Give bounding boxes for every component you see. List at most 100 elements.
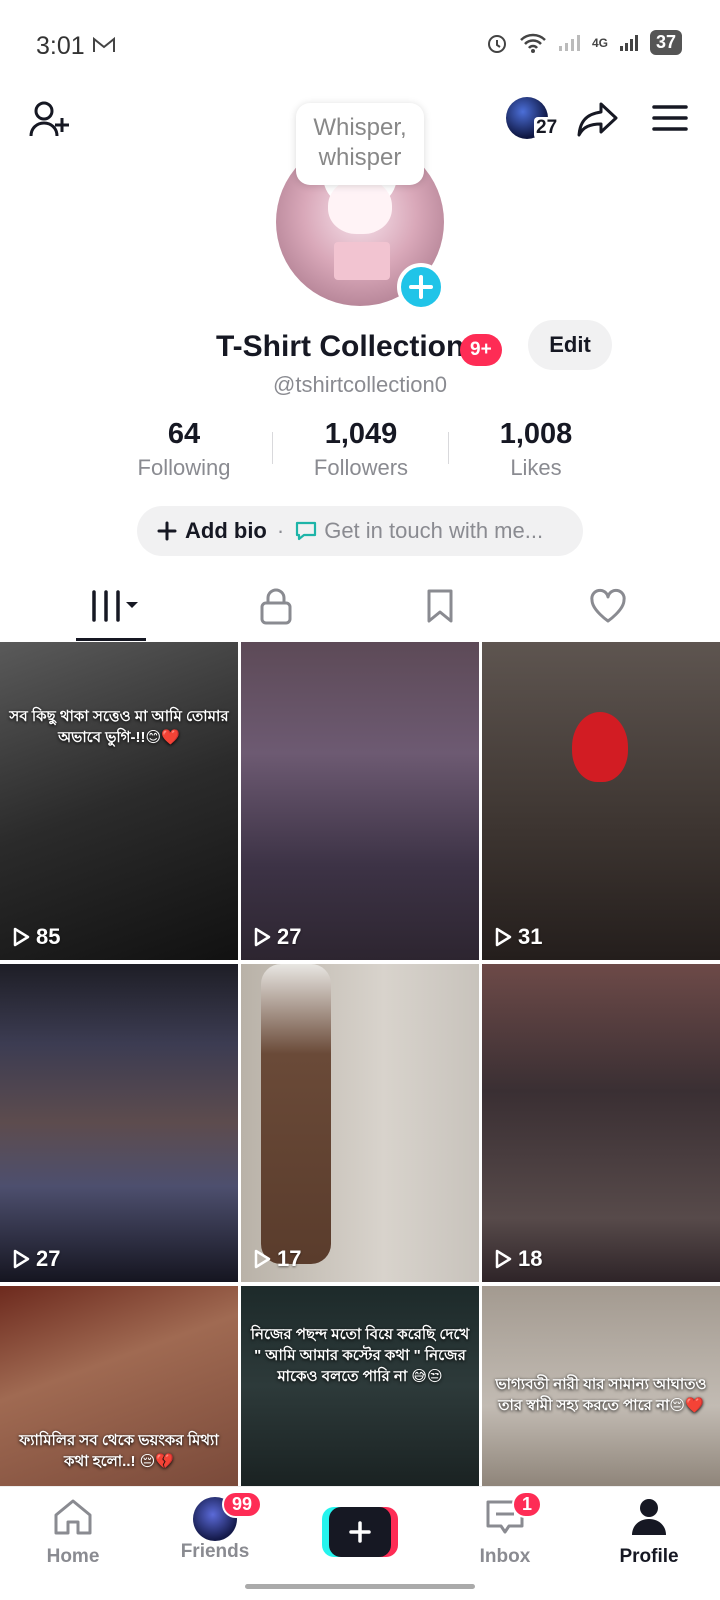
play-count-value: 27 <box>277 924 302 949</box>
share-icon[interactable] <box>576 96 620 140</box>
status-bar: 3:01 4G 37 <box>0 0 720 92</box>
arm-shape <box>261 964 331 1264</box>
profile-name: T-Shirt Collection <box>216 330 465 363</box>
nav-inbox-label: Inbox <box>479 1546 531 1567</box>
stat-value: 64 <box>167 418 201 450</box>
friends-badge: 99 <box>222 1491 263 1518</box>
notification-badge: 9+ <box>460 334 502 366</box>
friends-count: 27 <box>534 117 560 139</box>
edit-profile-button[interactable]: Edit <box>528 320 612 370</box>
status-time: 3:01 <box>36 32 85 60</box>
tab-liked[interactable] <box>578 584 638 628</box>
contact-label[interactable]: Get in touch with me... <box>324 518 543 544</box>
home-indicator[interactable] <box>245 1584 475 1589</box>
tab-saved[interactable] <box>410 584 470 628</box>
stat-divider <box>272 432 273 464</box>
separator-dot: · <box>276 518 285 543</box>
play-count-value: 85 <box>36 924 61 949</box>
video-caption: ভাগ্যবতী নারী যার সামান্য আঘাতও তার স্বা… <box>495 1376 707 1414</box>
video-caption: ফ্যামিলির সব থেকে ভয়ংকর মিথ্যা কথা হলো.… <box>19 1432 219 1470</box>
whisper-bubble[interactable]: Whisper, whisper <box>296 103 424 185</box>
play-icon <box>495 1249 512 1269</box>
nav-friends[interactable]: Friends 99 <box>160 1491 270 1563</box>
signal-icon <box>619 34 638 51</box>
lock-icon <box>260 588 292 625</box>
video-thumbnail[interactable]: 18 <box>482 964 720 1282</box>
bottom-nav: Home Friends 99 Inbox 1 Profile <box>0 1486 720 1600</box>
play-icon <box>254 1249 271 1269</box>
stat-following[interactable]: 64 Following <box>124 418 244 481</box>
play-count: 17 <box>253 1246 301 1272</box>
message-icon <box>296 521 317 541</box>
network-label: 4G <box>591 35 608 50</box>
plus-icon <box>409 275 433 299</box>
videos-grid-icon <box>92 590 138 622</box>
stat-label: Following <box>137 455 231 480</box>
add-bio-label[interactable]: Add bio <box>185 518 267 544</box>
inbox-badge: 1 <box>512 1491 543 1518</box>
add-friend-icon[interactable] <box>28 98 72 142</box>
stat-followers[interactable]: 1,049 Followers <box>296 418 426 481</box>
play-icon <box>13 1249 30 1269</box>
wifi-icon <box>520 33 546 53</box>
video-thumbnail[interactable]: 27 <box>241 642 479 960</box>
stat-value: 1,049 <box>324 418 398 450</box>
avatar-console <box>334 242 390 280</box>
plus-icon <box>349 1521 371 1543</box>
video-thumbnail[interactable]: ফ্যামিলির সব থেকে ভয়ংকর মিথ্যা কথা হলো.… <box>0 1286 238 1486</box>
battery-indicator: 37 <box>649 30 682 55</box>
name-row: T-Shirt Collection 9+ Edit <box>0 320 720 374</box>
play-count: 85 <box>12 924 60 950</box>
spider-mask <box>572 712 628 782</box>
video-thumbnail[interactable]: নিজের পছন্দ মতো বিয়ে করেছি দেখে " আমি আ… <box>241 1286 479 1486</box>
stat-divider <box>448 432 449 464</box>
video-caption: সব কিছু থাকা সত্তেও মা আমি তোমার অভাবে ভ… <box>9 708 229 746</box>
stat-likes[interactable]: 1,008 Likes <box>476 418 596 481</box>
play-icon <box>13 927 30 947</box>
play-count: 27 <box>253 924 301 950</box>
video-thumbnail[interactable]: 27 <box>0 964 238 1282</box>
profile-icon <box>632 1499 666 1535</box>
stat-label: Followers <box>313 455 409 480</box>
profile-handle: @tshirtcollection0 <box>273 372 447 397</box>
top-actions: 27 <box>506 96 692 140</box>
plus-icon <box>157 521 177 541</box>
content-tabs <box>0 578 720 642</box>
alarm-icon <box>487 34 506 53</box>
menu-icon[interactable] <box>648 96 692 140</box>
tab-videos[interactable] <box>84 584 144 628</box>
status-icons: 4G 37 <box>486 30 682 55</box>
play-icon <box>495 927 512 947</box>
play-count-value: 18 <box>518 1246 543 1271</box>
bookmark-icon <box>427 589 453 623</box>
active-tab-indicator <box>76 638 146 641</box>
video-thumbnail[interactable]: সব কিছু থাকা সত্তেও মা আমি তোমার অভাবে ভ… <box>0 642 238 960</box>
play-count: 31 <box>494 924 542 950</box>
video-thumbnail[interactable]: 31 <box>482 642 720 960</box>
play-count-value: 27 <box>36 1246 61 1271</box>
video-thumbnail[interactable]: ভাগ্যবতী নারী যার সামান্য আঘাতও তার স্বা… <box>482 1286 720 1486</box>
stat-value: 1,008 <box>499 418 573 450</box>
add-story-button[interactable] <box>397 263 445 311</box>
play-count-value: 31 <box>518 924 543 949</box>
play-count: 27 <box>12 1246 60 1272</box>
create-button-face <box>329 1507 391 1557</box>
stat-label: Likes <box>510 455 562 480</box>
create-button[interactable] <box>322 1507 398 1557</box>
play-count: 18 <box>494 1246 542 1272</box>
friends-avatar[interactable]: 27 <box>506 97 560 139</box>
signal-weak-icon <box>558 34 580 51</box>
tab-private[interactable] <box>246 584 306 628</box>
play-icon <box>254 927 271 947</box>
home-icon <box>54 1499 92 1535</box>
nav-profile[interactable]: Profile <box>594 1497 704 1568</box>
stats-row: 64 Following 1,049 Followers 1,008 Likes <box>0 418 720 480</box>
nav-home[interactable]: Home <box>18 1497 128 1568</box>
gmail-icon <box>93 36 115 52</box>
heart-icon <box>590 588 626 623</box>
nav-home-label: Home <box>46 1546 100 1567</box>
play-count-value: 17 <box>277 1246 302 1271</box>
bio-bar[interactable]: Add bio · Get in touch with me... <box>137 506 583 556</box>
video-thumbnail[interactable]: 17 <box>241 964 479 1282</box>
nav-inbox[interactable]: Inbox 1 <box>450 1491 560 1568</box>
